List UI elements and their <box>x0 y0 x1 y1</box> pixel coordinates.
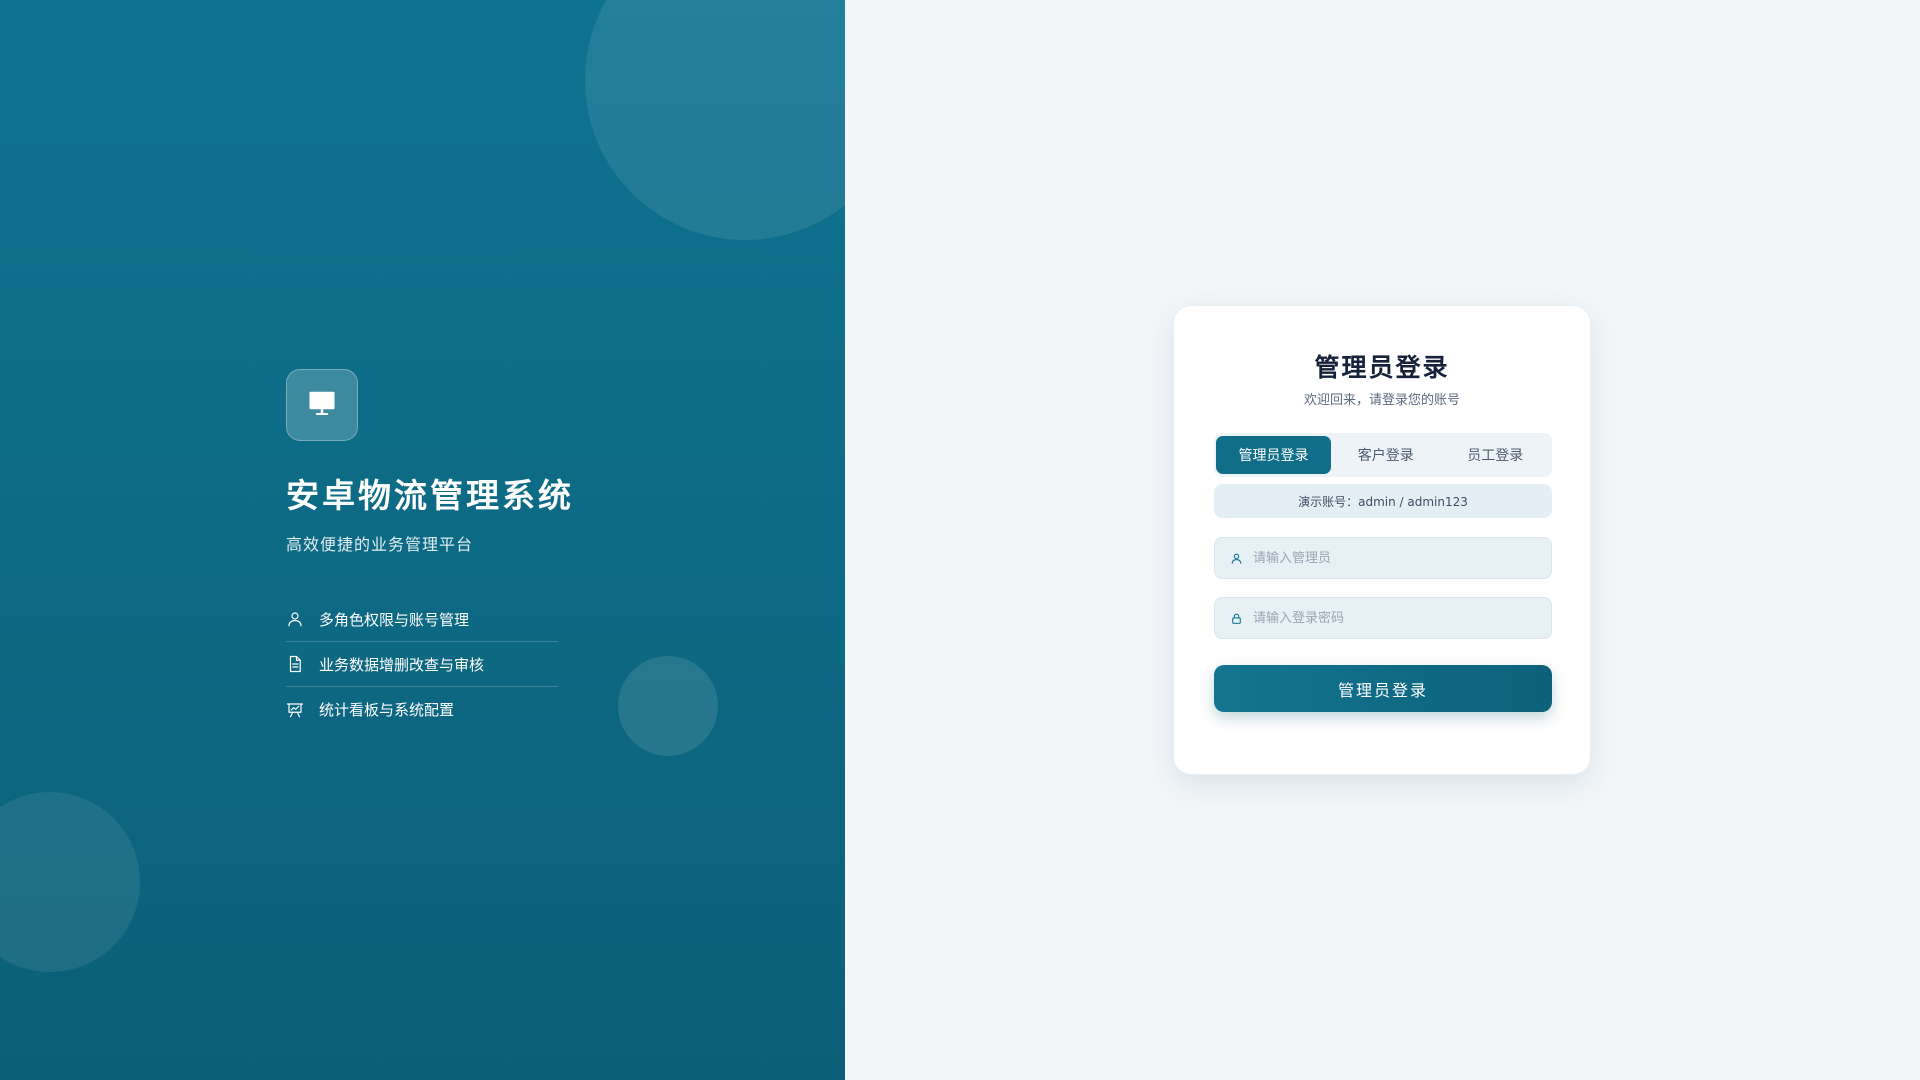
feature-item: 统计看板与系统配置 <box>286 687 558 732</box>
presentation-chart-icon <box>286 700 306 720</box>
login-subtitle: 欢迎回来，请登录您的账号 <box>1303 393 1460 408</box>
password-input[interactable] <box>1253 610 1551 626</box>
login-role-tabs: 管理员登录 客户登录 员工登录 <box>1214 433 1552 477</box>
login-submit-button[interactable]: 管理员登录 <box>1214 665 1552 712</box>
login-title: 管理员登录 <box>1314 353 1450 382</box>
monitor-icon <box>307 388 337 422</box>
app-logo <box>286 369 358 441</box>
feature-label: 业务数据增删改查与审核 <box>319 655 485 674</box>
demo-account-hint: 演示账号：admin / admin123 <box>1214 484 1552 518</box>
user-icon <box>286 609 306 629</box>
feature-label: 多角色权限与账号管理 <box>319 610 470 629</box>
password-field <box>1214 597 1552 639</box>
feature-list: 多角色权限与账号管理 业务数据增删改查与审核 统计看板与系统配置 <box>286 597 558 732</box>
app-title: 安卓物流管理系统 <box>286 476 574 515</box>
decorative-circle <box>618 656 718 756</box>
app-subtitle: 高效便捷的业务管理平台 <box>286 535 474 554</box>
feature-item: 业务数据增删改查与审核 <box>286 642 558 687</box>
login-card: 管理员登录 欢迎回来，请登录您的账号 管理员登录 客户登录 员工登录 演示账号：… <box>1173 305 1591 775</box>
username-field <box>1214 537 1552 579</box>
hero-panel: 安卓物流管理系统 高效便捷的业务管理平台 多角色权限与账号管理 业务数据增删改查… <box>0 0 845 1080</box>
document-icon <box>286 654 306 674</box>
decorative-circle <box>585 0 845 240</box>
tab-customer-login[interactable]: 客户登录 <box>1331 436 1441 474</box>
tab-admin-login[interactable]: 管理员登录 <box>1216 436 1331 474</box>
username-input[interactable] <box>1253 550 1551 566</box>
lock-icon <box>1230 611 1244 625</box>
tab-employee-login[interactable]: 员工登录 <box>1441 436 1551 474</box>
feature-item: 多角色权限与账号管理 <box>286 597 558 642</box>
user-icon <box>1230 551 1244 565</box>
feature-label: 统计看板与系统配置 <box>319 701 455 719</box>
brand-block: 安卓物流管理系统 高效便捷的业务管理平台 多角色权限与账号管理 业务数据增删改查… <box>286 369 586 732</box>
decorative-circle <box>0 792 140 972</box>
